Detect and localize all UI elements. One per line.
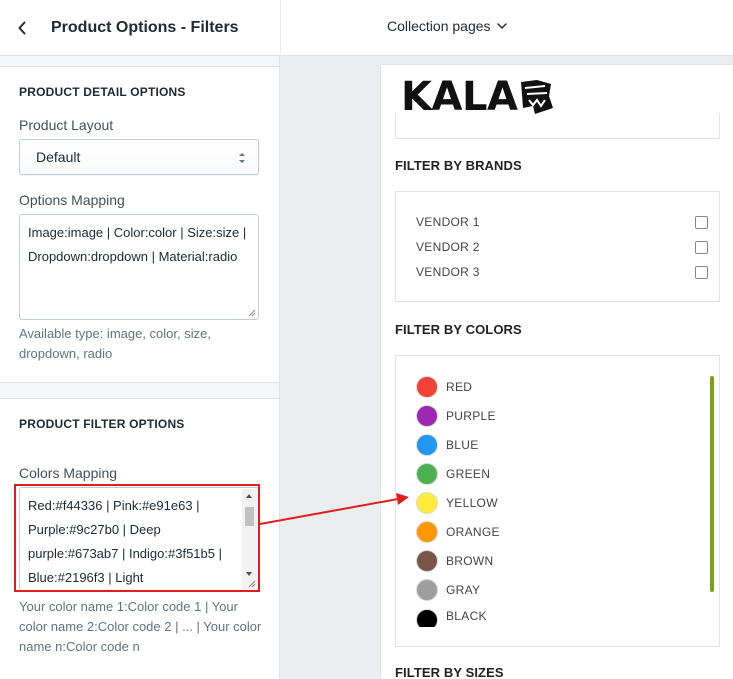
back-button[interactable] <box>4 10 40 46</box>
colors-mapping-help: Your color name 1:Color code 1 | Your co… <box>19 599 262 654</box>
color-label: RED <box>446 380 473 394</box>
brands-filter-box: VENDOR 1 VENDOR 2 VENDOR 3 <box>395 191 720 302</box>
color-option[interactable]: RED <box>416 375 472 399</box>
logo-badge-icon <box>521 80 554 114</box>
vendor-option[interactable]: VENDOR 3 <box>416 262 708 282</box>
colors-filter-box: RED PURPLE BLUE GREEN YELLOW ORANGE BROW… <box>395 355 720 647</box>
filter-sizes-title: FILTER BY SIZES <box>395 665 504 679</box>
color-label: ORANGE <box>446 525 500 539</box>
options-mapping-value: Image:image | Color:color | Size:size | … <box>28 225 247 264</box>
options-mapping-textarea[interactable]: Image:image | Color:color | Size:size | … <box>19 214 259 320</box>
store-preview: KALA FILTER BY BRANDS VENDOR 1 VENDOR 2 … <box>381 65 733 679</box>
color-swatch <box>416 579 438 601</box>
color-option[interactable]: BROWN <box>416 549 494 573</box>
color-label: YELLOW <box>446 496 498 510</box>
chevron-down-icon <box>496 23 507 29</box>
vendor-label: VENDOR 2 <box>416 240 480 254</box>
colors-mapping-textarea[interactable]: Red:#f44336 | Pink:#e91e63 | Purple:#9c2… <box>19 487 259 591</box>
section-title-product-detail: PRODUCT DETAIL OPTIONS <box>19 85 186 99</box>
vendor-label: VENDOR 3 <box>416 265 480 279</box>
page-title: Product Options - Filters <box>51 18 239 36</box>
color-option[interactable]: ORANGE <box>416 520 500 544</box>
vendor-label: VENDOR 1 <box>416 215 480 229</box>
color-swatch <box>416 463 438 485</box>
colors-list-scrollbar[interactable] <box>710 376 714 592</box>
page-type-selector[interactable]: Collection pages <box>387 18 507 34</box>
preview-topbar: Collection pages <box>281 0 733 56</box>
color-label: BROWN <box>446 554 494 568</box>
section-title-product-filter: PRODUCT FILTER OPTIONS <box>19 417 185 431</box>
color-label: GRAY <box>446 583 481 597</box>
filter-brands-title: FILTER BY BRANDS <box>395 158 522 173</box>
options-mapping-label: Options Mapping <box>19 192 125 208</box>
colors-mapping-label: Colors Mapping <box>19 465 118 481</box>
color-swatch <box>416 376 438 398</box>
color-option[interactable]: GRAY <box>416 578 480 602</box>
product-layout-value: Default <box>36 149 81 165</box>
color-swatch <box>416 521 438 543</box>
color-option[interactable]: BLACK <box>416 607 487 627</box>
product-layout-label: Product Layout <box>19 117 114 133</box>
vendor-option[interactable]: VENDOR 2 <box>416 237 708 257</box>
color-label: BLUE <box>446 438 479 452</box>
color-label: BLACK <box>446 609 487 623</box>
product-detail-card: PRODUCT DETAIL OPTIONS Product Layout De… <box>0 66 279 383</box>
settings-sidebar: Product Options - Filters PRODUCT DETAIL… <box>0 0 280 679</box>
product-filter-card: PRODUCT FILTER OPTIONS Colors Mapping Re… <box>0 398 279 679</box>
color-label: GREEN <box>446 467 491 481</box>
search-box-remnant <box>395 113 720 139</box>
store-logo[interactable]: KALA <box>401 74 555 120</box>
vendor-checkbox[interactable] <box>695 265 708 279</box>
product-layout-select[interactable]: Default <box>19 139 259 175</box>
color-option[interactable]: YELLOW <box>416 491 498 515</box>
color-swatch <box>416 609 438 627</box>
vendor-option[interactable]: VENDOR 1 <box>416 212 708 232</box>
vendor-checkbox[interactable] <box>695 240 708 254</box>
color-swatch <box>416 492 438 514</box>
resize-grip-icon[interactable] <box>248 580 256 588</box>
scroll-thumb[interactable] <box>245 507 254 526</box>
select-arrows-icon <box>239 153 245 163</box>
color-option[interactable]: BLUE <box>416 433 479 457</box>
colors-mapping-value: Red:#f44336 | Pink:#e91e63 | Purple:#9c2… <box>28 498 222 585</box>
color-label: PURPLE <box>446 409 496 423</box>
color-swatch <box>416 550 438 572</box>
vendor-checkbox[interactable] <box>695 215 708 229</box>
color-option[interactable]: PURPLE <box>416 404 496 428</box>
chevron-left-icon <box>18 21 26 34</box>
scroll-down-icon[interactable] <box>246 572 252 576</box>
color-swatch <box>416 434 438 456</box>
color-swatch <box>416 405 438 427</box>
resize-grip-icon[interactable] <box>248 309 256 317</box>
page-type-label: Collection pages <box>387 18 491 34</box>
color-option[interactable]: GREEN <box>416 462 490 486</box>
textarea-scrollbar[interactable] <box>242 489 257 589</box>
options-mapping-help: Available type: image, color, size, drop… <box>19 326 211 361</box>
sidebar-header: Product Options - Filters <box>0 0 280 56</box>
filter-colors-title: FILTER BY COLORS <box>395 322 522 337</box>
scroll-up-icon[interactable] <box>246 494 252 498</box>
